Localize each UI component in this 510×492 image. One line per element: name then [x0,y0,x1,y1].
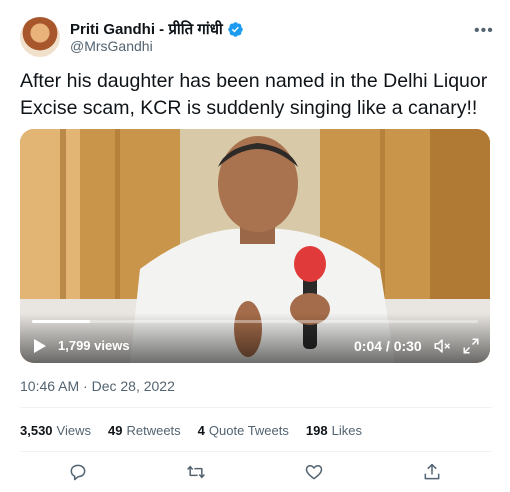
video-progress-fill [32,320,90,323]
video-time: 0:04 / 0:30 [354,338,422,354]
tweet-card: Priti Gandhi - प्रीति गांधी @MrsGandhi •… [0,0,510,492]
retweets-stat[interactable]: 49 Retweets [108,423,181,438]
reply-icon[interactable] [68,462,88,482]
video-views: 1,799 views [58,338,130,353]
expand-icon[interactable] [462,337,480,355]
retweets-count: 49 [108,423,123,438]
play-icon[interactable] [33,338,47,354]
avatar[interactable] [20,17,60,57]
quote-tweets-stat[interactable]: 4 Quote Tweets [198,423,289,438]
quotes-count: 4 [197,423,205,438]
views-label: Views [56,423,91,438]
views-stat[interactable]: 3,530 Views [20,423,91,438]
likes-label: Likes [331,423,362,438]
more-icon[interactable]: ••• [474,22,494,40]
views-count: 3,530 [20,423,53,438]
engagement-stats: 3,530 Views 49 Retweets 4 Quote Tweets 198 L… [20,423,379,438]
tweet-text: After his daughter has been named in the… [20,70,488,119]
retweets-label: Retweets [126,423,181,438]
likes-stat[interactable]: 198 Likes [306,423,362,438]
video-progress-bar[interactable] [32,320,478,323]
share-icon[interactable] [422,462,442,482]
volume-off-icon[interactable] [433,337,451,355]
author-name[interactable]: Priti Gandhi - प्रीति गांधी [70,19,223,39]
like-icon[interactable] [304,462,324,482]
divider [20,451,492,452]
tweet-timestamp[interactable]: 10:46 AM · Dec 28, 2022 [20,378,175,394]
author-handle[interactable]: @MrsGandhi [70,38,153,54]
likes-count: 198 [305,423,328,438]
divider [20,407,492,408]
retweet-icon[interactable] [186,462,206,482]
video-player[interactable]: 1,799 views 0:04 / 0:30 [20,129,490,363]
quotes-label: Quote Tweets [208,423,289,438]
author-row: Priti Gandhi - प्रीति गांधी [70,19,244,39]
verified-badge-icon [228,21,243,37]
